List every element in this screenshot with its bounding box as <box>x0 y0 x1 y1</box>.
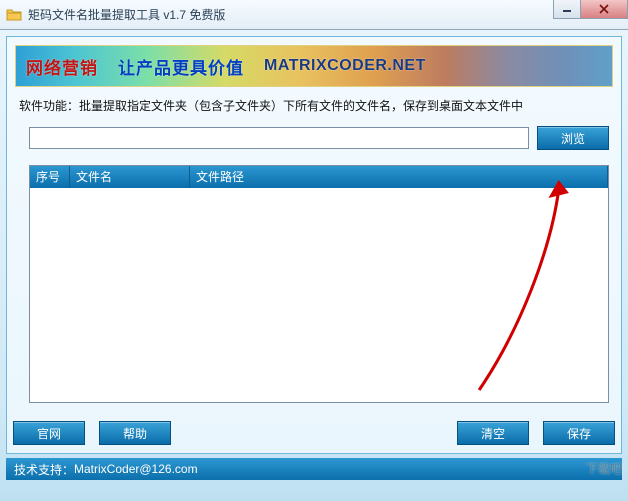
col-filename[interactable]: 文件名 <box>70 166 190 188</box>
clear-button[interactable]: 清空 <box>457 421 529 445</box>
footer-bar: 技术支持： MatrixCoder@126.com <box>6 458 622 480</box>
folder-icon <box>6 7 22 23</box>
advert-banner: 网络营销 让产品更具价值 MATRIXCODER.NET <box>15 45 613 87</box>
col-index[interactable]: 序号 <box>30 166 70 188</box>
support-email-link[interactable]: MatrixCoder@126.com <box>74 462 198 476</box>
col-filepath[interactable]: 文件路径 <box>190 166 608 188</box>
folder-path-input[interactable] <box>29 127 529 149</box>
bottom-button-row: 官网 帮助 清空 保存 <box>13 421 615 445</box>
browse-button[interactable]: 浏览 <box>537 126 609 150</box>
banner-text-2: 让产品更具价值 <box>118 54 244 79</box>
window-controls <box>554 0 628 20</box>
banner-text-1: 网络营销 <box>26 54 98 79</box>
description: 软件功能：批量提取指定文件夹（包含子文件夹）下所有文件的文件名，保存到桌面文本文… <box>19 97 609 114</box>
watermark: 下载吧 <box>586 463 622 475</box>
description-label: 软件功能： <box>19 99 79 113</box>
path-row: 浏览 <box>7 122 621 156</box>
table-header: 序号 文件名 文件路径 <box>30 166 608 188</box>
main-group: 网络营销 让产品更具价值 MATRIXCODER.NET 软件功能：批量提取指定… <box>6 36 622 454</box>
spacer <box>185 421 443 445</box>
results-table: 序号 文件名 文件路径 <box>29 165 609 403</box>
help-button[interactable]: 帮助 <box>99 421 171 445</box>
description-text: 批量提取指定文件夹（包含子文件夹）下所有文件的文件名，保存到桌面文本文件中 <box>79 99 523 113</box>
minimize-button[interactable] <box>553 0 581 19</box>
client-area: 网络营销 让产品更具价值 MATRIXCODER.NET 软件功能：批量提取指定… <box>0 30 628 501</box>
save-button[interactable]: 保存 <box>543 421 615 445</box>
footer-label: 技术支持： <box>14 461 74 478</box>
website-button[interactable]: 官网 <box>13 421 85 445</box>
window-titlebar: 矩码文件名批量提取工具 v1.7 免费版 <box>0 0 628 30</box>
table-body[interactable] <box>30 188 608 402</box>
window-title: 矩码文件名批量提取工具 v1.7 免费版 <box>28 6 225 23</box>
banner-text-3: MATRIXCODER.NET <box>264 57 426 75</box>
close-button[interactable] <box>580 0 628 19</box>
